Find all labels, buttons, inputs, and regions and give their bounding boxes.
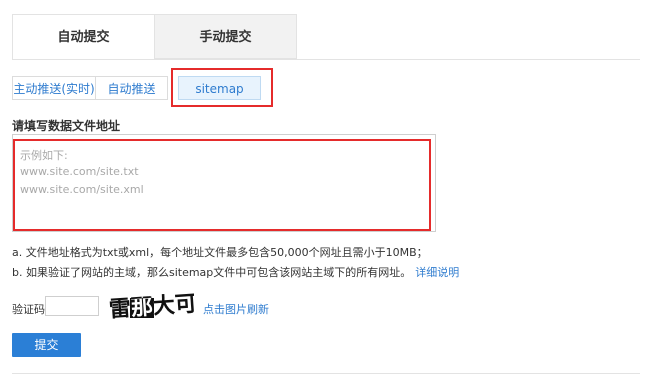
captcha-input[interactable] xyxy=(45,296,99,316)
highlight-box-sitemap-tab xyxy=(171,68,273,107)
note-domain-verification-text: b. 如果验证了网站的主域，那么sitemap文件中可包含该网站主域下的所有网址… xyxy=(12,266,412,279)
note-file-format: a. 文件地址格式为txt或xml，每个地址文件最多包含50,000个网址且需小… xyxy=(12,246,428,259)
captcha-label: 验证码 xyxy=(12,303,45,316)
section-label-data-file: 请填写数据文件地址 xyxy=(12,119,121,133)
subtab-active-push[interactable]: 主动推送(实时) xyxy=(12,76,96,100)
captcha-refresh-link[interactable]: 点击图片刷新 xyxy=(203,301,269,317)
captcha-image[interactable]: 雷那大可 雷那大可 xyxy=(108,288,194,322)
tab-underline-divider xyxy=(12,59,640,60)
tab-auto-submit[interactable]: 自动提交 xyxy=(12,14,155,60)
subtab-auto-push[interactable]: 自动推送 xyxy=(96,76,168,100)
submit-button[interactable]: 提交 xyxy=(12,333,81,357)
details-link[interactable]: 详细说明 xyxy=(415,266,459,279)
main-tabs: 自动提交 手动提交 xyxy=(12,14,640,60)
note-domain-verification: b. 如果验证了网站的主域，那么sitemap文件中可包含该网站主域下的所有网址… xyxy=(12,264,459,280)
bottom-divider xyxy=(12,373,640,374)
highlight-box-textarea xyxy=(13,139,431,231)
tab-manual-submit[interactable]: 手动提交 xyxy=(155,14,297,59)
